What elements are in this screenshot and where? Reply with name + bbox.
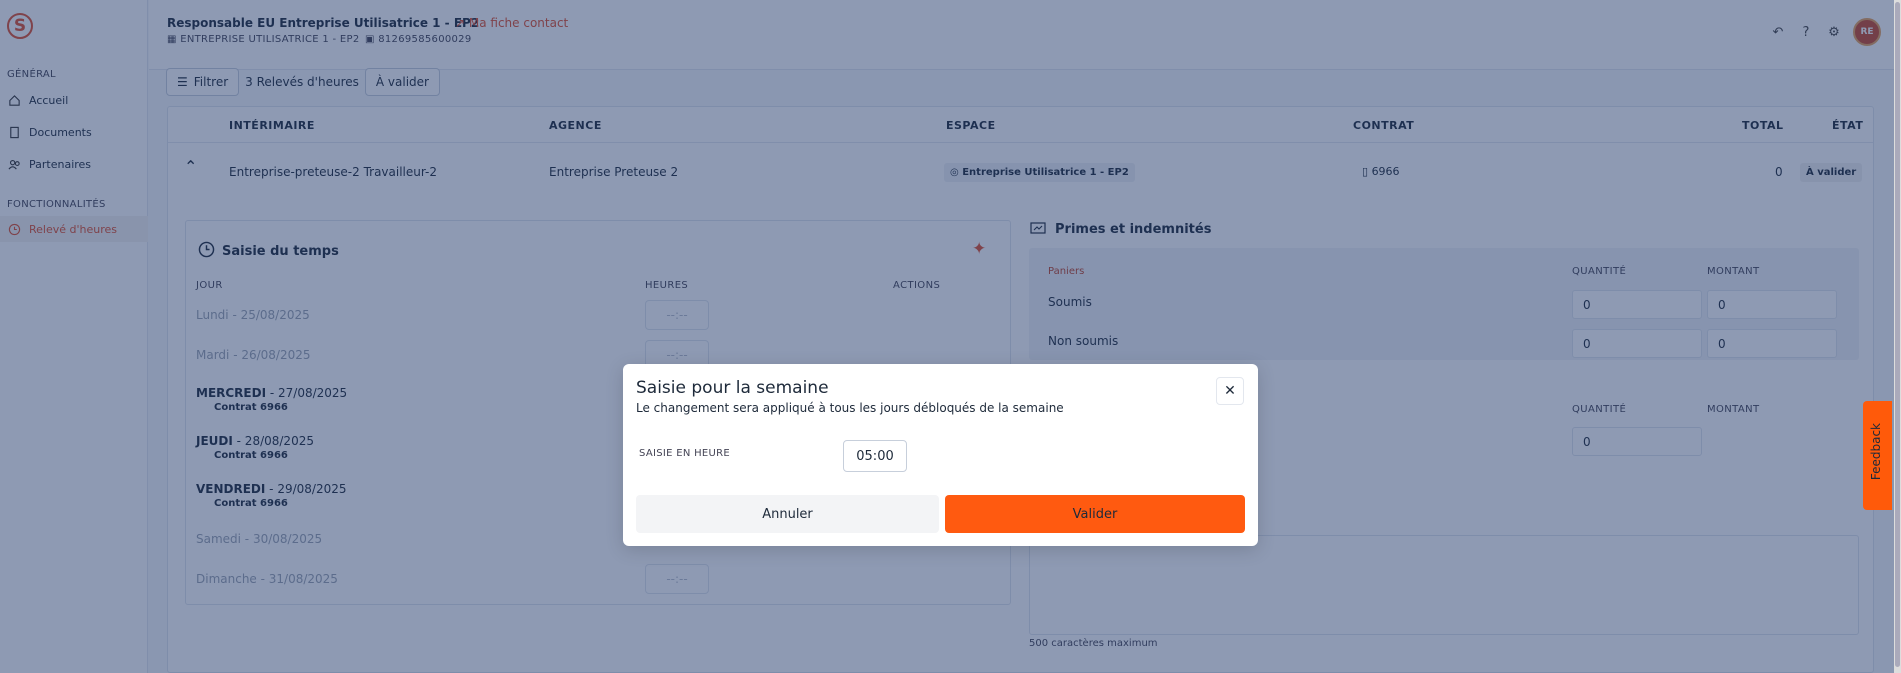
modal-backdrop[interactable] <box>0 0 1901 673</box>
week-entry-modal: Saisie pour la semaine Le changement ser… <box>623 364 1258 546</box>
validate-button[interactable]: Valider <box>945 495 1245 533</box>
hour-field-label: SAISIE EN HEURE <box>639 448 731 459</box>
cancel-button[interactable]: Annuler <box>636 495 939 533</box>
modal-title: Saisie pour la semaine <box>636 378 829 398</box>
hour-input[interactable]: 05:00 <box>843 440 907 472</box>
scrollbar-thumb[interactable] <box>1895 2 1900 667</box>
feedback-tab[interactable]: Feedback <box>1863 401 1892 510</box>
scrollbar[interactable] <box>1894 0 1901 673</box>
modal-subtitle: Le changement sera appliqué à tous les j… <box>636 401 1064 415</box>
feedback-label: Feedback <box>1869 423 1883 481</box>
close-icon[interactable]: ✕ <box>1216 377 1244 405</box>
